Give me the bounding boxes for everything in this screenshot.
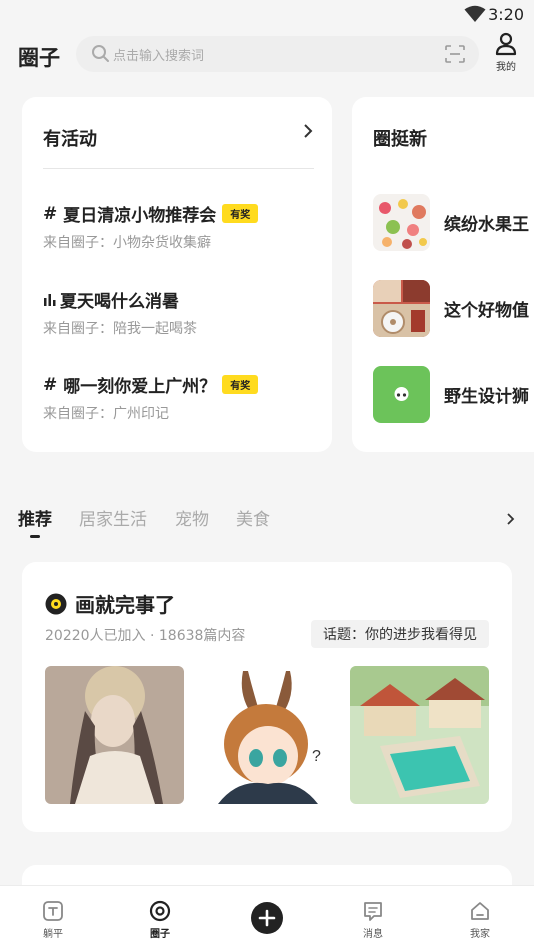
tab-home-life[interactable]: 居家生活 — [79, 505, 147, 530]
activity-title: 哪一刻你爱上广州？ — [63, 377, 217, 397]
activity-title: 夏日清凉小物推荐会 — [63, 206, 217, 226]
page-title: 圈子 — [18, 46, 60, 70]
circle-stats: 20220人已加入 · 18638篇内容 — [45, 628, 246, 644]
circles-icon — [149, 900, 171, 922]
bottom-nav: 躺平 圈子 消息 我家 — [0, 885, 534, 949]
circle-name: 画就完事了 — [75, 593, 175, 617]
tab-pets[interactable]: 宠物 — [175, 505, 209, 530]
search-placeholder: 点击输入搜索词 — [113, 49, 205, 64]
award-badge: 有奖 — [222, 375, 259, 394]
top-bar: 圈子 点击输入搜索词 我的 — [0, 30, 534, 82]
home-feed-icon — [43, 901, 63, 921]
circle-entry[interactable]: 野生设计狮 — [373, 366, 534, 423]
my-profile-label: 我的 — [496, 62, 516, 73]
chevron-right-icon[interactable] — [302, 123, 314, 139]
user-icon — [495, 32, 517, 56]
circle-name: 野生设计狮 — [444, 387, 529, 407]
award-badge: 有奖 — [222, 204, 259, 223]
artwork-photo[interactable] — [45, 666, 184, 804]
nav-label: 消息 — [363, 929, 383, 940]
circle-name: 这个好物值 — [444, 301, 529, 321]
artwork-photo[interactable] — [350, 666, 489, 804]
circle-entry[interactable]: 这个好物值 — [373, 280, 534, 337]
topic-chip[interactable]: 话题：你的进步我看得见 — [311, 620, 489, 648]
design-thumbnail — [373, 366, 430, 423]
tab-indicator — [30, 535, 40, 538]
plus-icon — [258, 909, 276, 927]
tab-food[interactable]: 美食 — [236, 505, 270, 530]
nav-label: 圈子 — [150, 929, 170, 940]
wifi-icon — [464, 5, 486, 22]
my-profile-button[interactable]: 我的 — [494, 32, 518, 73]
divider — [43, 168, 314, 169]
activity-title: 夏天喝什么消暑 — [60, 292, 179, 312]
activity-item[interactable]: 夏天喝什么消暑 来自圈子：陪我一起喝茶 — [43, 287, 313, 338]
nav-my-home[interactable]: 我家 — [455, 900, 505, 940]
circle-entry[interactable]: 缤纷水果王 — [373, 194, 534, 251]
status-time: 3:20 — [488, 5, 524, 24]
nav-messages[interactable]: 消息 — [348, 900, 398, 940]
status-bar: 3:20 — [0, 0, 534, 30]
post-button[interactable] — [251, 902, 283, 934]
scan-icon[interactable] — [445, 45, 465, 63]
new-circles-title: 圈挺新 — [373, 129, 427, 150]
nav-label: 躺平 — [43, 929, 63, 940]
goods-thumbnail — [373, 280, 430, 337]
category-tabs: 推荐 居家生活 宠物 美食 — [0, 505, 534, 545]
nav-lie-flat[interactable]: 躺平 — [28, 900, 78, 940]
activity-source: 来自圈子：陪我一起喝茶 — [43, 321, 197, 337]
circle-card[interactable]: 画就完事了 20220人已加入 · 18638篇内容 话题：你的进步我看得见 ? — [22, 562, 512, 832]
activity-source: 来自圈子：小物杂货收集癖 — [43, 235, 211, 251]
new-circles-card: 圈挺新 缤纷水果王 这个好物值 野生设计狮 — [352, 97, 534, 452]
tab-recommend[interactable]: 推荐 — [18, 505, 52, 530]
message-icon — [364, 902, 382, 921]
hashtag-icon: # — [43, 203, 58, 224]
fruit-thumbnail — [373, 194, 430, 251]
hashtag-icon: # — [43, 374, 58, 395]
artwork-photo[interactable]: ? — [198, 666, 337, 804]
activity-item[interactable]: # 夏日清凉小物推荐会 有奖 来自圈子：小物杂货收集癖 — [43, 201, 313, 252]
circle-badge-icon — [45, 593, 67, 614]
nav-circles[interactable]: 圈子 — [135, 900, 185, 940]
search-icon — [92, 45, 109, 62]
activity-item[interactable]: # 哪一刻你爱上广州？ 有奖 来自圈子：广州印记 — [43, 372, 313, 423]
poll-icon — [44, 293, 56, 306]
nav-label: 我家 — [470, 929, 490, 940]
chevron-right-icon[interactable] — [506, 512, 516, 526]
circle-name: 缤纷水果王 — [444, 215, 529, 235]
svg-text:?: ? — [312, 748, 321, 765]
activity-source: 来自圈子：广州印记 — [43, 406, 169, 422]
house-icon — [471, 902, 489, 920]
activity-card: 有活动 # 夏日清凉小物推荐会 有奖 来自圈子：小物杂货收集癖 夏天喝什么消暑 … — [22, 97, 332, 452]
search-input[interactable]: 点击输入搜索词 — [76, 36, 479, 72]
activity-card-title: 有活动 — [43, 129, 97, 150]
